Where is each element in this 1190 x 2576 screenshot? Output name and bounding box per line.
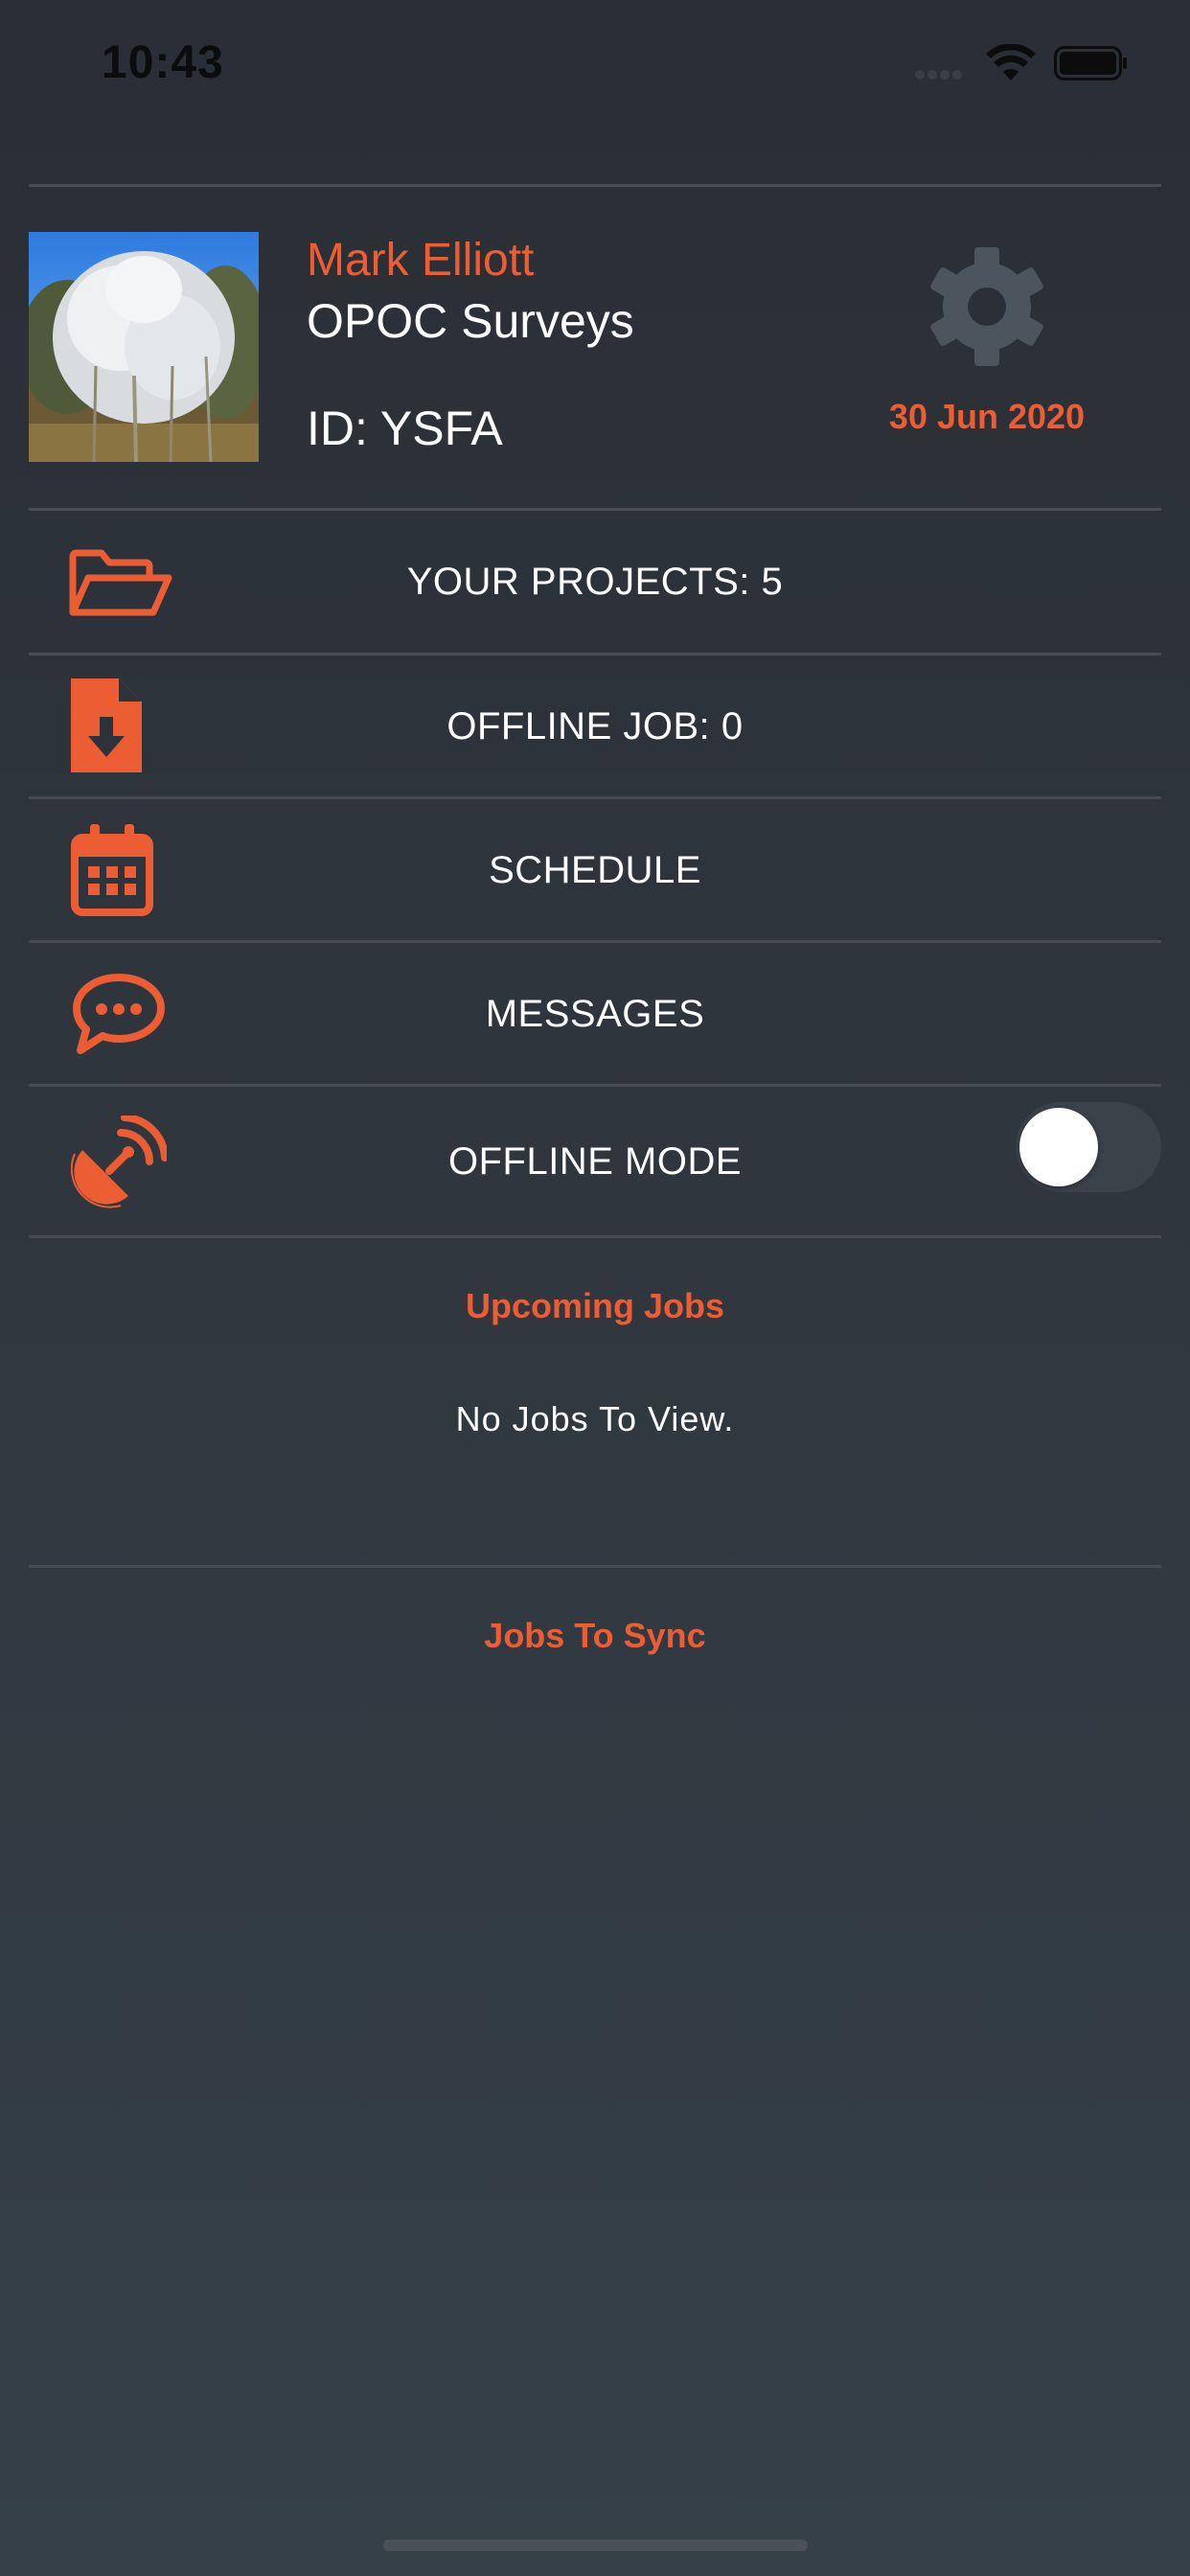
status-bar: 10:43	[0, 0, 1190, 134]
menu-item-schedule[interactable]: SCHEDULE	[29, 799, 1161, 941]
wifi-icon	[986, 44, 1036, 80]
profile-id: ID: YSFA	[307, 402, 503, 455]
jobs-to-sync-title: Jobs To Sync	[484, 1616, 706, 1655]
divider	[29, 1565, 1161, 1568]
menu-item-offline-job-label: OFFLINE JOB: 0	[446, 705, 744, 748]
status-time: 10:43	[102, 37, 224, 88]
avatar	[29, 232, 259, 462]
upcoming-jobs-empty-text: No Jobs To View.	[455, 1399, 735, 1438]
signal-dots-icon	[915, 67, 973, 80]
menu-item-messages-label: MESSAGES	[485, 993, 705, 1035]
divider	[29, 184, 1161, 187]
home-screen: 10:43 Mark Elliott OPOC Surveys ID: YSFA…	[0, 0, 1190, 2576]
profile-date: 30 Jun 2020	[888, 397, 1086, 436]
menu-item-schedule-label: SCHEDULE	[489, 849, 701, 891]
tree-photo	[29, 232, 259, 462]
battery-icon	[1054, 46, 1127, 80]
menu-item-offline-job[interactable]: OFFLINE JOB: 0	[29, 656, 1161, 797]
divider	[29, 1235, 1161, 1238]
menu-item-projects[interactable]: YOUR PROJECTS: 5	[29, 511, 1161, 653]
profile-name: Mark Elliott	[307, 235, 535, 286]
toggle-knob	[1019, 1108, 1098, 1186]
home-indicator[interactable]	[383, 2540, 808, 2551]
menu-item-messages[interactable]: MESSAGES	[29, 943, 1161, 1085]
settings-button[interactable]	[925, 244, 1049, 369]
menu-item-offline-mode-label: OFFLINE MODE	[447, 1140, 743, 1183]
menu-item-offline-mode: OFFLINE MODE	[29, 1087, 1161, 1234]
profile-company: OPOC Surveys	[307, 294, 634, 348]
menu-item-projects-label: YOUR PROJECTS: 5	[406, 561, 784, 603]
gear-icon	[930, 247, 1043, 366]
offline-mode-toggle[interactable]	[1016, 1102, 1161, 1192]
upcoming-jobs-title: Upcoming Jobs	[465, 1286, 725, 1325]
